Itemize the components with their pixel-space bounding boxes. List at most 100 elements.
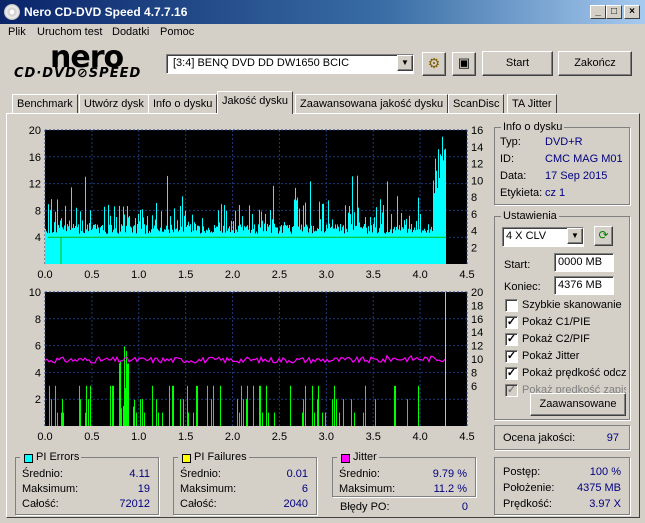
start-input[interactable]: 0000 MB <box>554 253 614 272</box>
pie-bar <box>99 233 100 264</box>
pie-bar <box>134 225 135 264</box>
pie-bar <box>246 226 247 264</box>
pie-bar <box>431 226 432 264</box>
y-right-tick-label: 6 <box>471 209 477 221</box>
speed-select[interactable]: 4 X CLV ▼ <box>502 227 584 247</box>
drive-select[interactable]: [3:4] BENQ DVD DD DW1650 BCIC ▼ <box>166 54 414 74</box>
pie-bar <box>172 229 173 264</box>
menu-dodatki[interactable]: Dodatki <box>112 26 149 38</box>
pif-bar <box>239 412 240 426</box>
maximize-button[interactable]: □ <box>606 5 622 19</box>
menu-uruchom-test[interactable]: Uruchom test <box>37 26 102 38</box>
tab-utworz-dysk[interactable]: Utwórz dysk <box>79 94 149 113</box>
refresh-speed-icon[interactable]: ⟳ <box>594 226 613 246</box>
pie-bar <box>152 215 153 264</box>
pie-bar <box>363 226 364 264</box>
tab-benchmark[interactable]: Benchmark <box>12 94 78 113</box>
pie-bar <box>311 225 312 264</box>
tab-zaawansowana-jakosc[interactable]: Zaawansowana jakość dysku <box>295 94 449 113</box>
pif-bar <box>183 399 184 426</box>
pie-bar <box>377 233 378 264</box>
save-icon[interactable]: ▣ <box>452 52 476 76</box>
pif-bar <box>162 412 163 426</box>
tab-scandisc[interactable]: ScanDisc <box>448 94 505 113</box>
jitter-max-value: 11.2 % <box>433 483 467 495</box>
option-checkbox-0[interactable] <box>505 299 518 312</box>
pie-bar <box>375 227 376 264</box>
y-left-tick-label: 8 <box>35 314 41 326</box>
pif-bar <box>268 412 269 426</box>
pie-bar <box>312 233 313 264</box>
pif-bar <box>180 399 181 426</box>
option-checkbox-2[interactable]: ✓ <box>505 333 518 346</box>
pie-bar <box>411 223 412 264</box>
start-button[interactable]: Start <box>482 51 553 76</box>
pie-bar <box>195 223 196 264</box>
pie-bar <box>349 206 350 264</box>
pie-bar <box>141 228 142 264</box>
pie-bar <box>403 228 404 264</box>
pi-failures-group: PI Failures Średnio: 0.01 Maksimum: 6 Ca… <box>173 451 317 515</box>
minimize-button[interactable]: _ <box>590 5 606 19</box>
po-errors-label: Błędy PO: <box>340 501 390 513</box>
pie-bar <box>333 228 334 264</box>
pie-bar <box>119 205 120 264</box>
pif-bar <box>314 412 315 426</box>
pie-bar <box>142 209 143 264</box>
chevron-down-icon[interactable]: ▼ <box>397 55 413 71</box>
pie-bar <box>245 227 246 264</box>
y-right-tick-label: 12 <box>471 341 483 353</box>
pie-bar <box>170 216 171 264</box>
chevron-down-icon[interactable]: ▼ <box>567 228 583 244</box>
tab-ta-jitter[interactable]: TA Jitter <box>507 94 557 113</box>
pie-bar <box>47 233 48 264</box>
pie-bar <box>166 225 167 264</box>
pie-bar <box>193 230 194 264</box>
pie-avg-value: 4.11 <box>129 468 150 480</box>
pie-bar <box>276 227 277 264</box>
pie-bar <box>430 229 431 264</box>
tab-info-o-dysku[interactable]: Info o dysku <box>148 94 218 113</box>
pie-bar <box>343 225 344 264</box>
advanced-button[interactable]: Zaawansowane <box>530 393 626 416</box>
pie-bar <box>425 230 426 264</box>
pi-failures-jitter-chart: 0.0 0.5 1.0 1.5 2.0 2.5 3.0 3.5 4.0 4.51086422018… <box>29 287 484 443</box>
zakoncz-button[interactable]: Zakończ <box>558 51 632 76</box>
option-checkbox-3[interactable]: ✓ <box>505 350 518 363</box>
pif-bar <box>325 412 326 426</box>
pie-bar <box>444 149 445 264</box>
pie-bar <box>151 229 152 264</box>
title-bar: Nero CD-DVD Speed 4.7.7.16 _ □ × <box>0 0 645 24</box>
option-checkbox-1[interactable]: ✓ <box>505 316 518 329</box>
pie-bar <box>221 204 222 264</box>
pie-bar <box>157 228 158 264</box>
end-input[interactable]: 4376 MB <box>554 276 614 295</box>
pie-bar <box>97 224 98 264</box>
pif-bar <box>394 385 395 426</box>
refresh-drive-icon[interactable]: ⚙ <box>422 52 446 76</box>
pif-bar <box>213 385 214 426</box>
pie-bar <box>367 233 368 264</box>
tab-jakosc-dysku[interactable]: Jakość dysku <box>217 91 294 114</box>
y-right-tick-label: 10 <box>471 354 483 366</box>
pie-bar <box>352 176 353 264</box>
option-checkbox-4[interactable]: ✓ <box>505 367 518 380</box>
pif-bar <box>49 385 50 426</box>
pif-bar <box>266 385 267 426</box>
x-tick-label: 0.0 <box>37 431 52 443</box>
close-window-button[interactable]: × <box>624 5 640 19</box>
menu-plik[interactable]: Plik <box>8 26 26 38</box>
pie-bar <box>46 231 47 264</box>
pie-bar <box>338 226 339 264</box>
pie-bar <box>242 216 243 264</box>
pif-bar <box>156 399 157 426</box>
pie-bar <box>334 228 335 264</box>
pie-bar <box>327 228 328 264</box>
pie-bar <box>376 207 377 264</box>
pif-bar <box>246 399 247 426</box>
pie-avg-label: Średnio: <box>22 468 63 480</box>
pie-bar <box>428 224 429 264</box>
pie-bar <box>76 207 77 264</box>
menu-pomoc[interactable]: Pomoc <box>160 26 194 38</box>
y-left-tick-label: 12 <box>29 179 41 191</box>
